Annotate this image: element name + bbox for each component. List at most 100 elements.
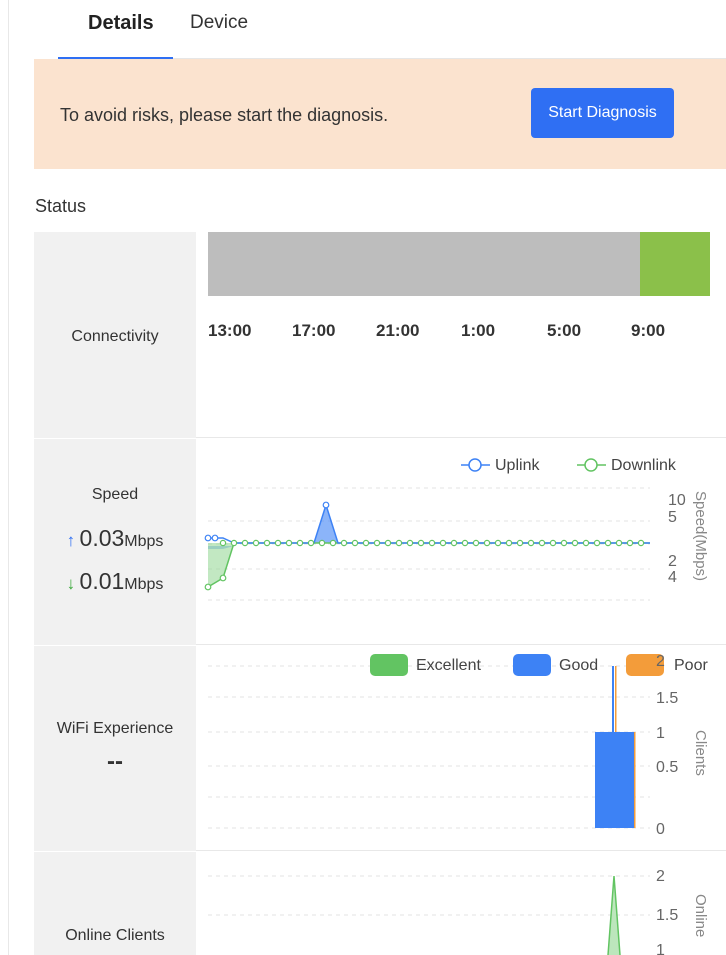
- clients-tick: 1.5: [656, 907, 678, 924]
- speed-point: [274, 539, 282, 547]
- speed-point: [296, 539, 304, 547]
- speed-point: [516, 539, 524, 547]
- online-clients-chart: 2 1.5 1 Online: [208, 868, 709, 955]
- speed-point: [527, 539, 535, 547]
- speed-point: [538, 539, 546, 547]
- legend-good[interactable]: Good: [513, 654, 598, 676]
- speed-point: [615, 539, 623, 547]
- connectivity-row: Connectivity 13:00 17:00 21:00 1:00 5:00 9:00: [34, 232, 726, 438]
- speed-point: [604, 539, 612, 547]
- time-label: 5:00: [547, 321, 581, 340]
- speed-tick: 5: [668, 509, 677, 526]
- speed-tick: 10: [668, 492, 686, 509]
- speed-point: [230, 539, 238, 547]
- start-diagnosis-button[interactable]: Start Diagnosis: [531, 88, 674, 138]
- speed-row: Speed ↑ 0.03Mbps ↓ 0.01Mbps Uplink Downl…: [34, 439, 726, 645]
- poor-bar: [634, 732, 636, 828]
- speed-point: [417, 539, 425, 547]
- speed-tick: 4: [668, 569, 677, 586]
- speed-point: [204, 583, 212, 591]
- speed-point: [582, 539, 590, 547]
- time-label: 1:00: [461, 321, 495, 340]
- online-clients-row: Online Clients 2 1.5 1 Online: [34, 852, 726, 955]
- speed-point: [285, 539, 293, 547]
- speed-point: [593, 539, 601, 547]
- status-heading: Status: [35, 196, 87, 216]
- speed-point: [318, 539, 326, 547]
- speed-point: [626, 539, 634, 547]
- speed-point: [461, 539, 469, 547]
- uplink-legend-icon: [468, 458, 482, 472]
- downlink-legend-label: Downlink: [611, 457, 677, 474]
- speed-point: [439, 539, 447, 547]
- time-label: 21:00: [376, 321, 419, 340]
- speed-point: [204, 534, 212, 542]
- legend-excellent[interactable]: Excellent: [370, 654, 481, 676]
- left-border: [8, 0, 9, 955]
- wifi-tick: 1: [656, 725, 665, 742]
- legend-uplink[interactable]: Uplink: [461, 457, 540, 474]
- speed-point: [241, 539, 249, 547]
- wifi-experience-row: WiFi Experience -- Excellent Good Poor 2…: [34, 646, 726, 851]
- speed-point: [322, 501, 330, 509]
- speed-point: [340, 539, 348, 547]
- time-label: 13:00: [208, 321, 251, 340]
- speed-point: [406, 539, 414, 547]
- speed-tick: 2: [668, 553, 677, 570]
- tab-device[interactable]: Device: [190, 12, 248, 34]
- wifi-chart: Excellent Good Poor 2 1.5 1 0.5 0 Client…: [208, 653, 709, 838]
- wifi-tick: 0.5: [656, 759, 678, 776]
- legend-poor[interactable]: Poor: [626, 654, 708, 676]
- uplink-spike: [314, 505, 338, 543]
- speed-point: [384, 539, 392, 547]
- speed-point: [483, 539, 491, 547]
- speed-point: [560, 539, 568, 547]
- online-segment: [640, 232, 710, 296]
- time-label: 17:00: [292, 321, 335, 340]
- speed-axis-label: Speed(Mbps): [692, 491, 709, 581]
- speed-point: [307, 539, 315, 547]
- good-legend-label: Good: [559, 657, 598, 674]
- connectivity-timeline: 13:00 17:00 21:00 1:00 5:00 9:00: [208, 232, 710, 340]
- speed-point: [351, 539, 359, 547]
- speed-point: [362, 539, 370, 547]
- excellent-legend-label: Excellent: [416, 657, 481, 674]
- speed-point: [571, 539, 579, 547]
- speed-point: [263, 539, 271, 547]
- speed-point: [329, 539, 337, 547]
- speed-point: [428, 539, 436, 547]
- tab-details[interactable]: Details: [88, 12, 154, 35]
- downlink-line: [207, 542, 650, 588]
- downlink-legend-icon: [584, 458, 598, 472]
- speed-point: [219, 574, 227, 582]
- tab-bar: Details Device: [58, 0, 726, 60]
- speed-point: [252, 539, 260, 547]
- speed-point: [549, 539, 557, 547]
- wifi-axis-label: Clients: [692, 730, 709, 776]
- speed-point: [395, 539, 403, 547]
- clients-axis-label: Online: [692, 894, 709, 937]
- speed-point: [219, 539, 227, 547]
- speed-point: [494, 539, 502, 547]
- speed-point: [211, 534, 219, 542]
- speed-point: [450, 539, 458, 547]
- speed-point: [472, 539, 480, 547]
- clients-tick: 2: [656, 868, 665, 885]
- time-label: 9:00: [631, 321, 665, 340]
- clients-tick: 1: [656, 942, 665, 955]
- speed-chart: Uplink Downlink 10 5 2 4 Speed(Mbps): [204, 457, 709, 601]
- uplink-line: [208, 502, 650, 544]
- speed-point: [373, 539, 381, 547]
- poor-legend-label: Poor: [674, 657, 708, 674]
- good-legend-icon: [513, 654, 551, 676]
- excellent-legend-icon: [370, 654, 408, 676]
- wifi-tick: 1.5: [656, 690, 678, 707]
- uplink-legend-label: Uplink: [495, 457, 540, 474]
- speed-point: [505, 539, 513, 547]
- offline-segment: [208, 232, 640, 296]
- good-bar: [595, 732, 634, 828]
- wifi-tick: 2: [656, 653, 665, 670]
- banner-message: To avoid risks, please start the diagnos…: [60, 105, 389, 125]
- speed-point: [637, 539, 645, 547]
- legend-downlink[interactable]: Downlink: [577, 457, 677, 474]
